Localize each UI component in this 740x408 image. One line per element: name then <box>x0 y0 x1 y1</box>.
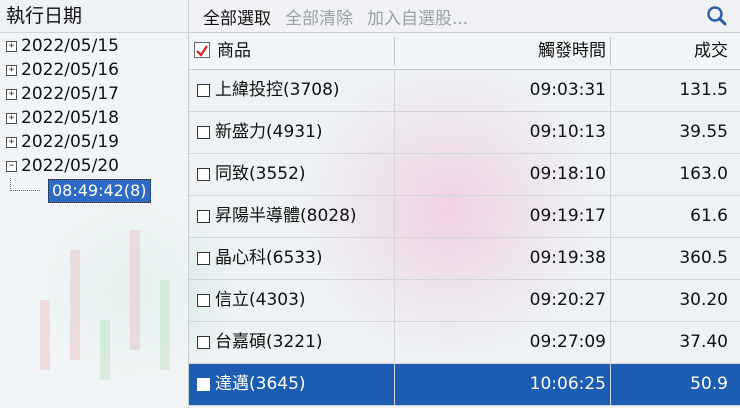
row-checkbox[interactable] <box>197 168 210 181</box>
table-row[interactable]: 達邁(3645) 10:06:25 50.9 <box>189 364 740 406</box>
check-mark-icon <box>196 45 208 57</box>
stock-name: 信立(4303) <box>215 290 306 310</box>
select-all-button[interactable]: 全部選取 <box>203 4 271 29</box>
table-row[interactable]: 同致(3552) 09:18:10 163.0 <box>189 154 740 196</box>
cell-divider <box>394 196 395 237</box>
table-row[interactable]: 晶心科(6533) 09:19:38 360.5 <box>189 238 740 280</box>
cell-divider <box>610 238 611 279</box>
clear-all-button[interactable]: 全部清除 <box>285 4 353 29</box>
tree-node[interactable]: − 2022/05/20 <box>6 155 119 177</box>
column-header-trigger-time[interactable]: 觸發時間 <box>538 33 606 69</box>
tree-node-label[interactable]: 2022/05/18 <box>21 108 119 128</box>
table-row[interactable]: 昇陽半導體(8028) 09:19:17 61.6 <box>189 196 740 238</box>
row-checkbox[interactable] <box>197 378 210 391</box>
stock-name: 昇陽半導體(8028) <box>215 206 357 226</box>
expand-icon[interactable]: + <box>6 136 17 148</box>
table-row[interactable]: 信立(4303) 09:20:27 30.20 <box>189 280 740 322</box>
column-divider[interactable] <box>394 37 395 65</box>
cell-divider <box>610 154 611 195</box>
cell-divider <box>394 238 395 279</box>
cell-divider <box>610 112 611 153</box>
date-tree-pane: 執行日期 + 2022/05/15 + 2022/05/16 + 2022/05… <box>0 0 189 408</box>
row-checkbox[interactable] <box>197 252 210 265</box>
cell-divider <box>394 154 395 195</box>
cell-divider <box>610 70 611 111</box>
trigger-time: 09:10:13 <box>529 122 606 142</box>
column-divider[interactable] <box>610 37 611 65</box>
trade-price: 39.55 <box>679 122 728 142</box>
row-checkbox[interactable] <box>197 210 210 223</box>
cell-divider <box>394 322 395 363</box>
cell-divider <box>610 364 611 405</box>
tree-node[interactable]: + 2022/05/15 <box>6 35 119 57</box>
trade-price: 131.5 <box>679 80 728 100</box>
stock-name: 新盛力(4931) <box>215 122 323 142</box>
trade-price: 61.6 <box>690 206 728 226</box>
tree-node[interactable]: + 2022/05/17 <box>6 83 119 105</box>
cell-divider <box>394 364 395 405</box>
trade-price: 163.0 <box>679 164 728 184</box>
table-row[interactable]: 上緯投控(3708) 09:03:31 131.5 <box>189 70 740 112</box>
toolbar: 全部選取 全部清除 加入自選股... <box>189 0 740 33</box>
trade-price: 360.5 <box>679 248 728 268</box>
table-row[interactable]: 新盛力(4931) 09:10:13 39.55 <box>189 112 740 154</box>
tree-node-label[interactable]: 2022/05/15 <box>21 36 119 56</box>
select-all-checkbox[interactable] <box>194 42 210 58</box>
tree-connector <box>10 190 40 191</box>
trigger-time: 09:19:38 <box>529 248 606 268</box>
table-row[interactable]: 台嘉碩(3221) 09:27:09 37.40 <box>189 322 740 364</box>
tree-child-selected[interactable]: 08:49:42(8) <box>48 179 151 203</box>
cell-divider <box>394 280 395 321</box>
tree-node[interactable]: + 2022/05/19 <box>6 131 119 153</box>
row-checkbox[interactable] <box>197 84 210 97</box>
cell-divider <box>610 322 611 363</box>
cell-divider <box>394 112 395 153</box>
stock-name: 台嘉碩(3221) <box>215 332 323 352</box>
trigger-time: 09:20:27 <box>529 290 606 310</box>
tree-node-label[interactable]: 2022/05/19 <box>21 132 119 152</box>
expand-icon[interactable]: + <box>6 40 17 52</box>
results-pane: 全部選取 全部清除 加入自選股... 商品 觸發時間 成交 上緯投控(3708)… <box>189 0 740 408</box>
tree-node[interactable]: + 2022/05/16 <box>6 59 119 81</box>
trigger-time: 10:06:25 <box>529 374 606 394</box>
expand-icon[interactable]: + <box>6 88 17 100</box>
trade-price: 37.40 <box>679 332 728 352</box>
trade-price: 50.9 <box>690 374 728 394</box>
stock-name: 達邁(3645) <box>215 374 306 394</box>
cell-divider <box>610 196 611 237</box>
tree-node-label[interactable]: 2022/05/20 <box>21 156 119 176</box>
column-header-name[interactable]: 商品 <box>217 33 251 69</box>
add-to-watchlist-button[interactable]: 加入自選股... <box>367 4 468 29</box>
collapse-icon[interactable]: − <box>6 160 17 172</box>
row-checkbox[interactable] <box>197 126 210 139</box>
trigger-time: 09:18:10 <box>529 164 606 184</box>
tree-node-label[interactable]: 2022/05/17 <box>21 84 119 104</box>
stock-name: 上緯投控(3708) <box>215 80 340 100</box>
expand-icon[interactable]: + <box>6 64 17 76</box>
stock-name: 晶心科(6533) <box>215 248 323 268</box>
date-tree-header: 執行日期 <box>0 0 188 33</box>
search-icon[interactable] <box>704 3 730 29</box>
column-header-price[interactable]: 成交 <box>694 33 728 69</box>
trigger-time: 09:03:31 <box>529 80 606 100</box>
trigger-time: 09:27:09 <box>529 332 606 352</box>
trigger-time: 09:19:17 <box>529 206 606 226</box>
row-checkbox[interactable] <box>197 294 210 307</box>
trade-price: 30.20 <box>679 290 728 310</box>
stock-name: 同致(3552) <box>215 164 306 184</box>
cell-divider <box>610 280 611 321</box>
expand-icon[interactable]: + <box>6 112 17 124</box>
tree-node[interactable]: + 2022/05/18 <box>6 107 119 129</box>
cell-divider <box>394 70 395 111</box>
row-checkbox[interactable] <box>197 336 210 349</box>
grid-header: 商品 觸發時間 成交 <box>189 33 740 70</box>
tree-node-label[interactable]: 2022/05/16 <box>21 60 119 80</box>
